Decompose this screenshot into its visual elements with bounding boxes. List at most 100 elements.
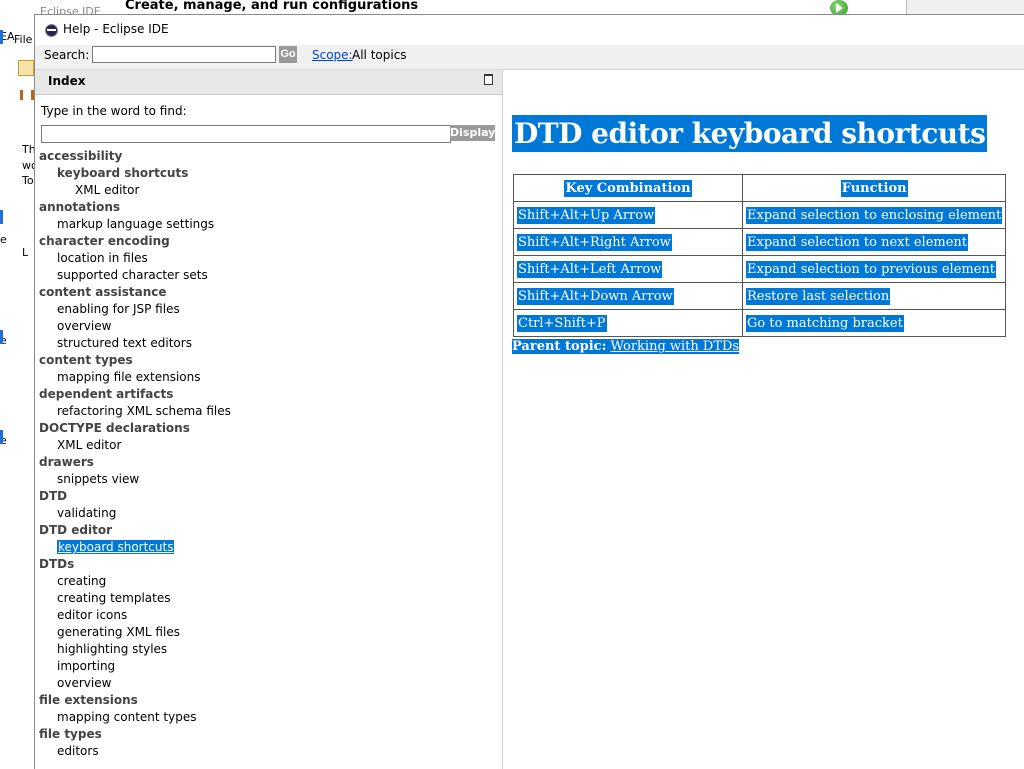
table-row: Shift+Alt+Down Arrow Restore last selecti… [513,282,1007,310]
index-entry[interactable]: creating templates [39,590,499,607]
index-entry-label[interactable]: overview [57,319,111,333]
index-entry-label[interactable]: snippets view [57,472,139,486]
index-entry-label[interactable]: DTD [39,489,67,503]
index-entry-label[interactable]: location in files [57,251,148,265]
index-entry-label[interactable]: accessibility [39,149,122,163]
index-entry[interactable]: XML editor [39,182,499,199]
index-entry-label[interactable]: creating templates [57,591,171,605]
background-text-fragment: e [0,233,7,246]
background-file-menu[interactable]: File [14,33,32,46]
index-entry[interactable]: DTD editor [39,522,499,539]
index-entry-label[interactable]: editors [57,744,99,758]
edge-marker [0,30,3,44]
new-file-icon[interactable] [18,60,34,76]
help-window-title: Help - Eclipse IDE [63,22,169,36]
find-word-input[interactable] [41,125,451,143]
index-entry[interactable]: editors [39,743,499,760]
index-entry[interactable]: overview [39,675,499,692]
index-entry[interactable]: character encoding [39,233,499,250]
index-entry[interactable]: mapping content types [39,709,499,726]
index-entry[interactable]: DTDs [39,556,499,573]
index-entry[interactable]: dependent artifacts [39,386,499,403]
index-entry-label[interactable]: DTDs [39,557,74,571]
index-entry[interactable]: snippets view [39,471,499,488]
index-entry-label[interactable]: file extensions [39,693,138,707]
index-entry-label[interactable]: keyboard shortcuts [57,166,188,180]
search-input[interactable] [92,46,276,63]
hierarchy-icon[interactable] [20,90,34,100]
index-entry[interactable]: file types [39,726,499,743]
index-entry[interactable]: drawers [39,454,499,471]
index-entry-label[interactable]: enabling for JSP files [57,302,180,316]
index-entry[interactable]: mapping file extensions [39,369,499,386]
index-entry-label[interactable]: editor icons [57,608,127,622]
index-entry-label[interactable]: drawers [39,455,94,469]
index-entry[interactable]: generating XML files [39,624,499,641]
index-entry[interactable]: structured text editors [39,335,499,352]
index-entry[interactable]: annotations [39,199,499,216]
index-entry-label[interactable]: structured text editors [57,336,192,350]
index-entry-label[interactable]: character encoding [39,234,170,248]
index-entry[interactable]: supported character sets [39,267,499,284]
index-entry[interactable]: overview [39,318,499,335]
index-entry-label[interactable]: annotations [39,200,120,214]
index-entry[interactable]: validating [39,505,499,522]
index-entry[interactable]: location in files [39,250,499,267]
index-title: Index [48,74,86,88]
index-entry[interactable]: XML editor [39,437,499,454]
index-entry[interactable]: enabling for JSP files [39,301,499,318]
index-entry[interactable]: refactoring XML schema files [39,403,499,420]
scope-link[interactable]: Scope: [312,48,353,62]
index-entry[interactable]: keyboard shortcuts [39,539,499,556]
index-entry[interactable]: highlighting styles [39,641,499,658]
display-button[interactable]: Display [450,125,495,141]
maximize-icon[interactable] [484,74,493,85]
function-cell: Expand selection to next element [741,228,1007,256]
column-header-function: Function [741,174,1007,202]
index-entry[interactable]: file extensions [39,692,499,709]
index-entry-label[interactable]: DTD editor [39,523,112,537]
index-entry-label[interactable]: importing [57,659,115,673]
parent-topic-link[interactable]: Working with DTDs [611,339,740,354]
function-text: Go to matching bracket [746,314,904,332]
index-entry[interactable]: content assistance [39,284,499,301]
index-entry-label[interactable]: overview [57,676,111,690]
index-pane: Index Type in the word to find: Display … [35,70,503,769]
key-combination-cell: Ctrl+Shift+P [513,309,743,337]
key-combination-cell: Shift+Alt+Up Arrow [513,201,743,229]
index-entry-label[interactable]: refactoring XML schema files [57,404,231,418]
table-row: Ctrl+Shift+P Go to matching bracket [513,309,1007,337]
index-entry[interactable]: editor icons [39,607,499,624]
index-entry-label[interactable]: XML editor [75,183,139,197]
index-entry[interactable]: accessibility [39,148,499,165]
index-entry-label[interactable]: content assistance [39,285,167,299]
index-entry-label[interactable]: generating XML files [57,625,180,639]
index-entry-label[interactable]: file types [39,727,102,741]
index-entry-label[interactable]: mapping file extensions [57,370,201,384]
edge-marker [0,330,3,344]
index-entry[interactable]: keyboard shortcuts [39,165,499,182]
index-entry-label[interactable]: supported character sets [57,268,208,282]
index-entry[interactable]: importing [39,658,499,675]
index-entry-label[interactable]: content types [39,353,133,367]
index-entry-label-selected[interactable]: keyboard shortcuts [57,540,175,554]
index-entry-label[interactable]: highlighting styles [57,642,167,656]
content-pane: DTD editor keyboard shortcuts Key Combin… [503,70,1024,769]
index-entry[interactable]: DTD [39,488,499,505]
index-entry-label[interactable]: DOCTYPE declarations [39,421,190,435]
index-entry[interactable]: content types [39,352,499,369]
index-entry-label[interactable]: markup language settings [57,217,214,231]
edge-marker [0,430,3,444]
index-entry-label[interactable]: creating [57,574,106,588]
table-row: Shift+Alt+Left Arrow Expand selection to … [513,255,1007,283]
index-entry-label[interactable]: mapping content types [57,710,196,724]
index-entry[interactable]: DOCTYPE declarations [39,420,499,437]
index-entry-label[interactable]: validating [57,506,116,520]
go-button[interactable]: Go [279,46,297,63]
index-header: Index [35,70,502,95]
shortcut-table: Key Combination Function Shift+Alt+Up Ar… [513,174,1007,337]
index-entry-label[interactable]: XML editor [57,438,121,452]
index-entry-label[interactable]: dependent artifacts [39,387,173,401]
index-entry[interactable]: creating [39,573,499,590]
index-entry[interactable]: markup language settings [39,216,499,233]
